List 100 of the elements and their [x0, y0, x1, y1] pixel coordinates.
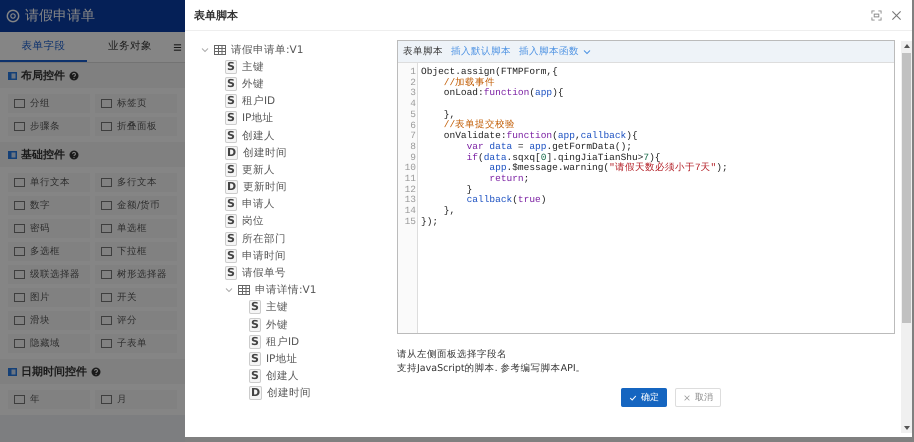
line-number: 12: [404, 184, 416, 196]
type-badge: D: [225, 146, 238, 160]
toolbar-link[interactable]: 插入脚本函数: [519, 45, 579, 58]
line-number: 2: [409, 78, 416, 88]
control-item[interactable]: 级联选择器: [8, 265, 90, 284]
field-node[interactable]: 申请人: [242, 197, 275, 212]
field-node[interactable]: 创建时间: [243, 146, 288, 160]
code-line: return;: [488, 172, 530, 184]
type-badge: S: [225, 111, 237, 126]
control-item[interactable]: 单行文本: [8, 173, 90, 192]
line-number: 10: [404, 163, 416, 174]
code-line: }: [466, 184, 472, 195]
line-number: 13: [404, 195, 416, 206]
type-badge: S: [249, 352, 261, 366]
control-item[interactable]: 折叠面板: [95, 117, 177, 136]
control-item[interactable]: 步骤条: [8, 117, 90, 136]
field-node[interactable]: 所在部门: [242, 232, 286, 246]
type-badge: S: [225, 266, 237, 280]
control-item[interactable]: 滑块: [8, 311, 90, 330]
control-item[interactable]: 月: [95, 390, 177, 409]
field-node[interactable]: 请假单号: [242, 266, 286, 280]
line-number: 8: [409, 142, 416, 153]
code-line: //加载事件: [442, 76, 496, 88]
code-line: onLoad:function(app){: [442, 87, 564, 98]
confirm-button[interactable]: 确定: [621, 388, 667, 407]
type-badge: S: [249, 334, 261, 349]
code-line: //表单提交校验: [442, 119, 516, 130]
control-item[interactable]: 金额/货币: [95, 196, 177, 215]
cancel-button[interactable]: 取消: [675, 388, 721, 407]
control-item[interactable]: 单选框: [95, 219, 177, 238]
logo-icon: [6, 9, 20, 23]
line-number: 15: [404, 216, 416, 228]
field-node[interactable]: 主键: [266, 300, 288, 314]
control-item[interactable]: 分组: [8, 94, 90, 113]
control-item[interactable]: 数字: [8, 196, 90, 215]
field-node[interactable]: 更新时间: [243, 180, 288, 194]
control-item[interactable]: 密码: [8, 219, 90, 238]
field-node[interactable]: 创建时间: [267, 386, 312, 400]
scroll-down-icon[interactable]: [904, 426, 910, 430]
type-badge: S: [249, 318, 261, 332]
control-item[interactable]: 隐藏域: [8, 334, 90, 353]
line-number: 6: [409, 120, 416, 132]
type-badge: S: [249, 369, 261, 384]
type-badge: S: [225, 128, 237, 143]
hint-text: 支持JavaScript的脚本. 参考编写脚本API。: [397, 362, 587, 376]
check-icon: [629, 394, 637, 402]
chevron-down-icon[interactable]: [583, 48, 591, 56]
field-node[interactable]: 更新人: [242, 162, 275, 177]
code-line: onValidate:function(app,callback){: [442, 130, 638, 142]
field-node[interactable]: IP地址: [242, 111, 274, 126]
field-node[interactable]: 外键: [266, 318, 288, 332]
line-number: 5: [409, 110, 416, 121]
type-badge: S: [249, 300, 261, 314]
table-icon: [214, 44, 226, 55]
line-number: 7: [409, 131, 416, 142]
field-node[interactable]: IP地址: [266, 352, 298, 366]
field-node[interactable]: 外键: [242, 76, 264, 91]
table-icon: [238, 285, 250, 296]
tree-node[interactable]: 请假申请单:V1: [231, 42, 304, 57]
editor-title: 表单脚本: [403, 45, 443, 58]
help-icon[interactable]: [69, 70, 79, 80]
type-badge: D: [249, 386, 262, 400]
help-icon[interactable]: [69, 150, 79, 160]
close-icon: [683, 394, 691, 402]
code-line: Object.assign(FTMPForm,{: [421, 66, 558, 77]
dialog-title: 表单脚本: [194, 8, 239, 22]
control-item[interactable]: 开关: [95, 288, 177, 307]
code-line: app.$message.warning("请假天数必须小于7天");: [488, 162, 728, 174]
toolbar-link[interactable]: 插入默认脚本: [451, 45, 511, 58]
field-node[interactable]: 岗位: [242, 214, 264, 228]
field-node[interactable]: 租户ID: [242, 94, 276, 108]
hint-text: 请从左侧面板选择字段名: [397, 348, 508, 362]
type-badge: S: [225, 214, 237, 228]
control-item[interactable]: 下拉框: [95, 242, 177, 261]
close-icon[interactable]: [891, 10, 902, 20]
field-node[interactable]: 租户ID: [266, 334, 300, 349]
menu-icon[interactable]: [173, 42, 182, 52]
control-item[interactable]: 多选框: [8, 242, 90, 261]
type-badge: S: [225, 162, 237, 177]
help-icon[interactable]: [91, 366, 101, 376]
field-node[interactable]: 主键: [242, 60, 264, 74]
control-item[interactable]: 图片: [8, 288, 90, 307]
field-node[interactable]: 创建人: [266, 369, 299, 384]
type-badge: S: [225, 76, 237, 91]
tree-node[interactable]: 申请详情:V1: [255, 283, 316, 298]
code-line: if(data.sqxq[0].qingJiaTianShu>7){: [466, 152, 660, 162]
control-item[interactable]: 标签页: [95, 94, 177, 113]
line-number: 4: [409, 99, 416, 110]
scrollbar[interactable]: [901, 41, 912, 433]
control-item[interactable]: 树形选择器: [95, 265, 177, 284]
field-node[interactable]: 申请时间: [242, 248, 286, 263]
scroll-up-icon[interactable]: [904, 44, 910, 48]
code-line: },: [442, 204, 456, 216]
control-item[interactable]: 子表单: [95, 334, 177, 353]
panel-tab[interactable]: 业务对象: [86, 32, 173, 62]
control-item[interactable]: 年: [8, 390, 90, 409]
maximize-icon[interactable]: [871, 10, 882, 20]
control-item[interactable]: 多行文本: [95, 173, 177, 192]
control-item[interactable]: 评分: [95, 311, 177, 330]
field-node[interactable]: 创建人: [242, 128, 275, 143]
